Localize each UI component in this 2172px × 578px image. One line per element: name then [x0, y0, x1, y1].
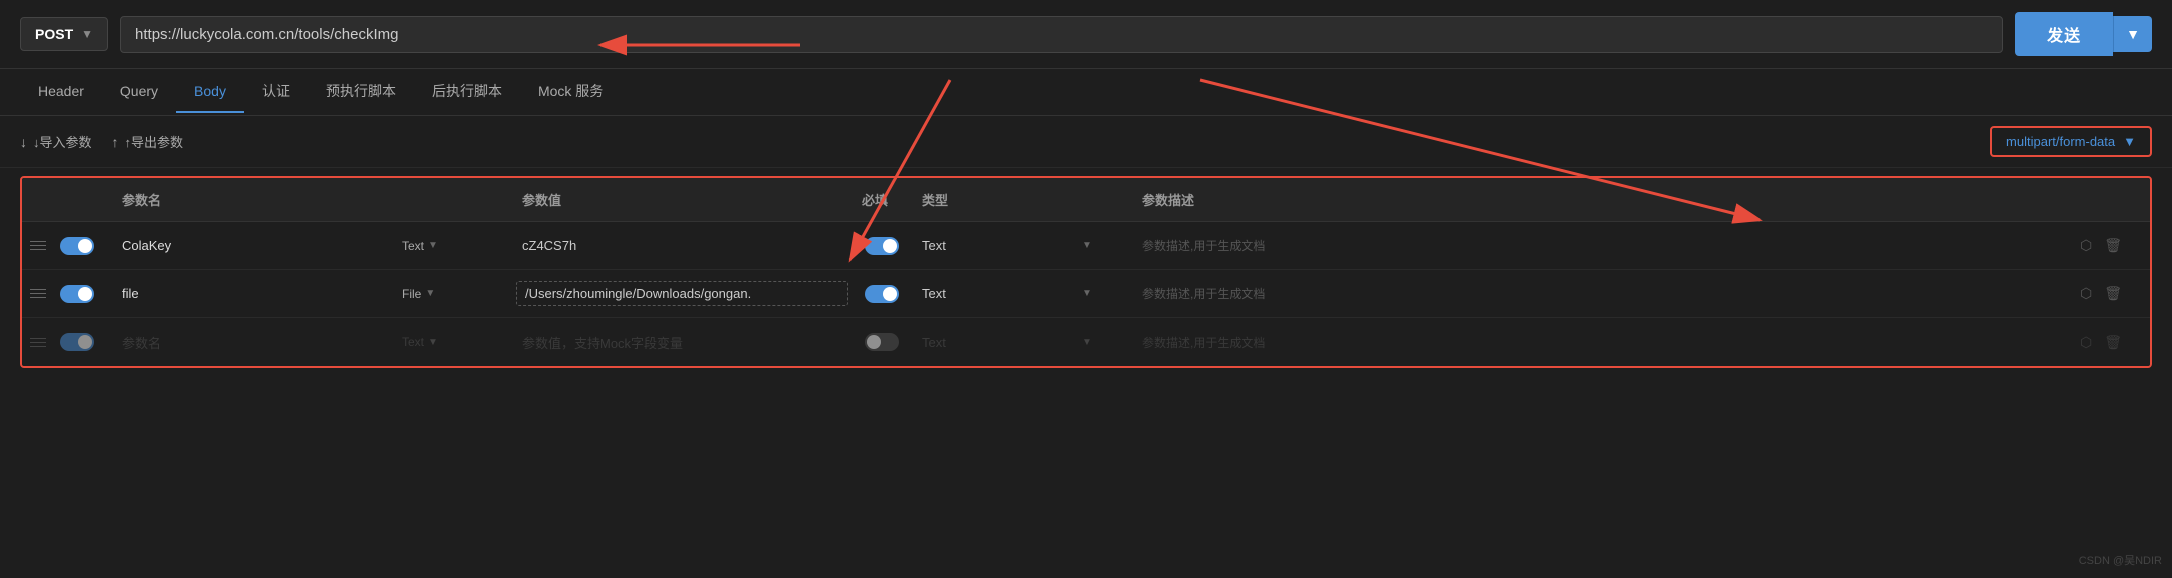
header-value-type: 类型 — [912, 186, 1072, 213]
row2-param-name: file — [112, 286, 392, 301]
header-type — [392, 186, 512, 213]
row1-required-toggle[interactable] — [865, 237, 899, 255]
export-params-button[interactable]: ↑ ↑导出参数 — [112, 132, 184, 151]
toggle-switch-on[interactable] — [60, 237, 94, 255]
row2-required[interactable] — [852, 285, 912, 303]
row3-param-name-placeholder: 参数名 — [112, 333, 392, 352]
row3-toggle[interactable] — [52, 333, 112, 351]
tab-auth[interactable]: 认证 — [244, 69, 308, 115]
import-label: ↓导入参数 — [33, 132, 92, 151]
row1-value-type: Text — [912, 238, 1072, 253]
row1-param-name: ColaKey — [112, 238, 392, 253]
table-header: 参数名 参数值 必填 类型 参数描述 — [22, 178, 2150, 222]
row1-value-type-chevron[interactable]: ▼ — [1072, 236, 1132, 255]
drag-handle[interactable] — [22, 241, 52, 250]
row3-actions: ⬡ 🗑 — [2070, 334, 2150, 351]
toggle-switch-on[interactable] — [60, 285, 94, 303]
table-row: file File ▼ /Users/zhoumingle/Downloads/… — [22, 270, 2150, 318]
body-actions: ↓ ↓导入参数 ↑ ↑导出参数 — [20, 132, 183, 151]
row3-required-toggle[interactable] — [865, 333, 899, 351]
drag-handle[interactable] — [22, 338, 52, 347]
url-input[interactable] — [120, 16, 2003, 53]
row2-toggle[interactable] — [52, 285, 112, 303]
row2-desc: 参数描述,用于生成文档 — [1132, 285, 2070, 302]
row2-delete-icon[interactable]: 🗑 — [2104, 285, 2122, 302]
row3-type-label: Text — [402, 335, 424, 349]
export-label: ↑导出参数 — [125, 132, 184, 151]
row2-copy-icon[interactable]: ⬡ — [2080, 285, 2092, 302]
row3-value-type: Text — [912, 335, 1072, 350]
header-param-name: 参数名 — [112, 186, 392, 213]
tab-body[interactable]: Body — [176, 71, 244, 113]
row2-value-type-chevron[interactable]: ▼ — [1072, 284, 1132, 303]
url-bar: POST ▼ 发送 ▼ — [0, 0, 2172, 69]
header-desc: 参数描述 — [1132, 186, 2070, 213]
row3-type-select[interactable]: Text ▼ — [392, 331, 512, 353]
row3-delete-icon[interactable]: 🗑 — [2104, 334, 2122, 351]
row2-actions: ⬡ 🗑 — [2070, 285, 2150, 302]
body-toolbar: ↓ ↓导入参数 ↑ ↑导出参数 multipart/form-data ▼ — [0, 116, 2172, 168]
row1-copy-icon[interactable]: ⬡ — [2080, 237, 2092, 254]
method-chevron-icon: ▼ — [81, 27, 93, 41]
row3-desc: 参数描述,用于生成文档 — [1132, 334, 2070, 351]
row3-required[interactable] — [852, 333, 912, 351]
send-chevron-button[interactable]: ▼ — [2113, 16, 2152, 52]
tab-post-script[interactable]: 后执行脚本 — [414, 69, 520, 115]
tab-header[interactable]: Header — [20, 71, 102, 113]
row1-toggle[interactable] — [52, 237, 112, 255]
watermark: CSDN @吴NDIR — [2079, 552, 2162, 568]
row2-type-label: File — [402, 287, 421, 301]
header-toggle — [52, 186, 112, 213]
row3-type-chevron-icon: ▼ — [428, 337, 438, 348]
content-type-chevron-icon: ▼ — [2123, 134, 2136, 149]
row2-param-value: /Users/zhoumingle/Downloads/gongan. — [516, 281, 848, 306]
row1-desc: 参数描述,用于生成文档 — [1132, 237, 2070, 254]
row2-type-chevron-icon: ▼ — [425, 288, 435, 299]
row3-param-value-placeholder: 参数值，支持Mock字段变量 — [512, 333, 852, 352]
row3-value-type-chevron-icon: ▼ — [1082, 337, 1092, 348]
row3-value-type-chevron[interactable]: ▼ — [1072, 333, 1132, 352]
header-required: 必填 — [852, 186, 912, 213]
header-drag — [22, 186, 52, 213]
table-row: ColaKey Text ▼ cZ4CS7h Text ▼ 参数描述,用于生成文… — [22, 222, 2150, 270]
tab-pre-script[interactable]: 预执行脚本 — [308, 69, 414, 115]
row2-required-toggle[interactable] — [865, 285, 899, 303]
drag-handle[interactable] — [22, 289, 52, 298]
row1-required[interactable] — [852, 237, 912, 255]
header-actions — [2070, 186, 2150, 213]
row1-value-type-chevron-icon: ▼ — [1082, 240, 1092, 251]
table-row: 参数名 Text ▼ 参数值，支持Mock字段变量 Text ▼ 参数描述,用于… — [22, 318, 2150, 366]
import-params-button[interactable]: ↓ ↓导入参数 — [20, 132, 92, 151]
row1-type-label: Text — [402, 239, 424, 253]
row2-value-type: Text — [912, 286, 1072, 301]
row2-type-select[interactable]: File ▼ — [392, 283, 512, 305]
send-button[interactable]: 发送 — [2015, 12, 2113, 56]
header-type-chevron — [1072, 186, 1132, 213]
import-icon: ↓ — [20, 134, 27, 150]
tab-query[interactable]: Query — [102, 71, 176, 113]
content-type-select[interactable]: multipart/form-data ▼ — [1990, 126, 2152, 157]
tab-mock[interactable]: Mock 服务 — [520, 69, 621, 115]
row2-value-type-chevron-icon: ▼ — [1082, 288, 1092, 299]
row1-delete-icon[interactable]: 🗑 — [2104, 237, 2122, 254]
row1-param-value: cZ4CS7h — [512, 238, 852, 253]
header-param-value: 参数值 — [512, 186, 852, 213]
row3-copy-icon[interactable]: ⬡ — [2080, 334, 2092, 351]
row1-type-select[interactable]: Text ▼ — [392, 235, 512, 257]
nav-tabs: Header Query Body 认证 预执行脚本 后执行脚本 Mock 服务 — [0, 69, 2172, 116]
export-icon: ↑ — [112, 134, 119, 150]
row1-actions: ⬡ 🗑 — [2070, 237, 2150, 254]
params-table-wrapper: 参数名 参数值 必填 类型 参数描述 ColaKey Text ▼ cZ4CS7… — [20, 176, 2152, 368]
toggle-switch-on[interactable] — [60, 333, 94, 351]
row1-type-chevron-icon: ▼ — [428, 240, 438, 251]
method-label: POST — [35, 26, 73, 42]
method-select[interactable]: POST ▼ — [20, 17, 108, 51]
send-button-group: 发送 ▼ — [2015, 12, 2152, 56]
content-type-label: multipart/form-data — [2006, 134, 2115, 149]
